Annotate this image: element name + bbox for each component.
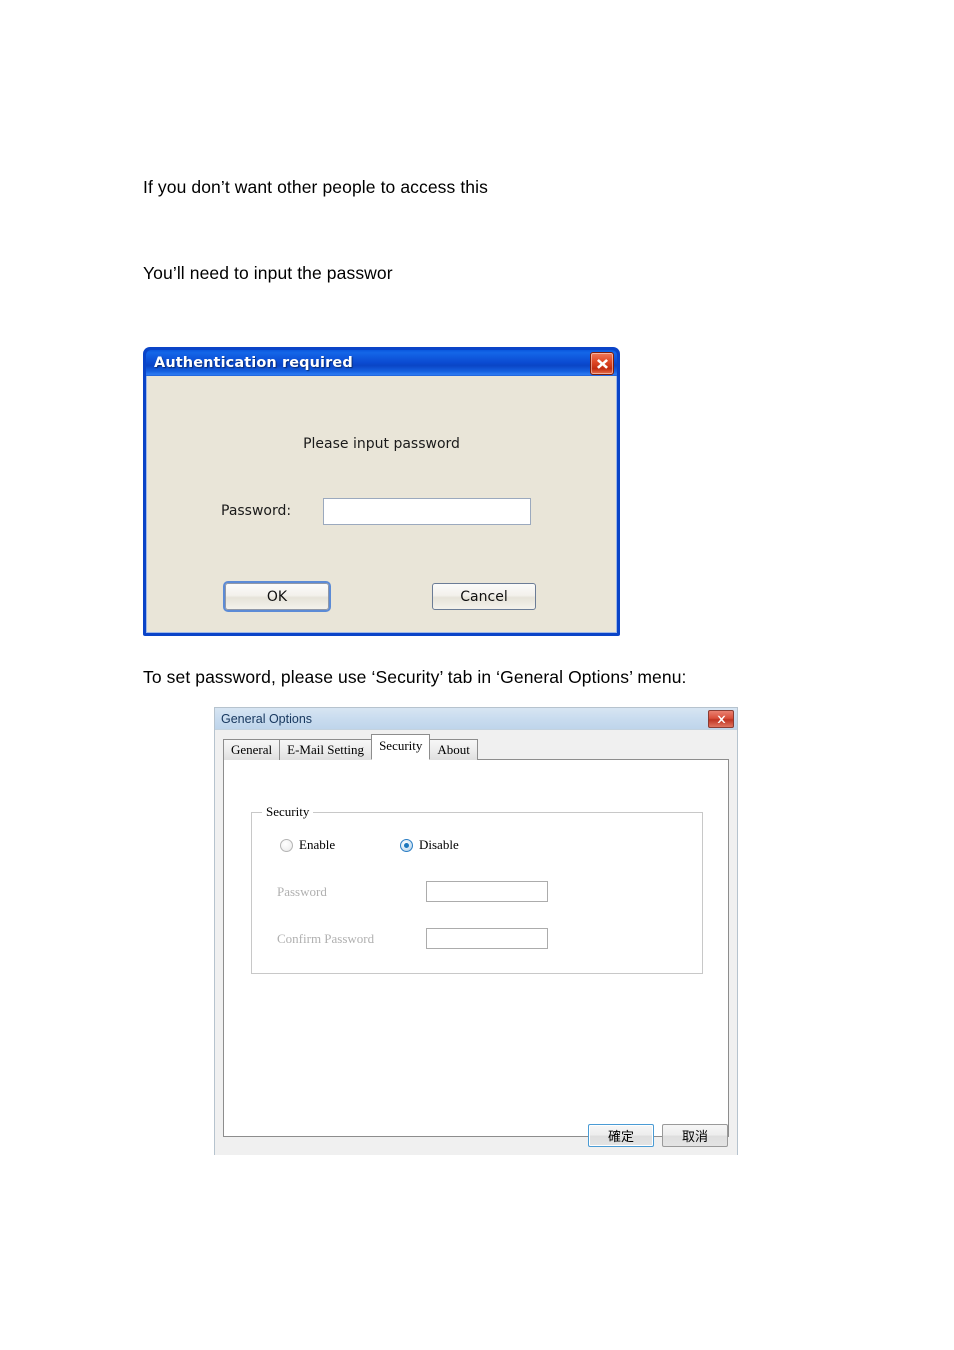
general-options-title: General Options <box>221 711 313 726</box>
password-prompt-label: Please input password <box>303 436 460 452</box>
password-input[interactable] <box>426 881 548 902</box>
tab-strip: General E-Mail Setting Security About <box>223 734 478 760</box>
radio-enable-label: Enable <box>299 837 336 852</box>
password-field-row: Password: <box>147 498 616 528</box>
tab-email-setting[interactable]: E-Mail Setting <box>279 739 373 760</box>
authentication-dialog: Authentication required Please input pas… <box>143 347 620 636</box>
security-group-legend: Security <box>262 804 314 820</box>
tab-security[interactable]: Security <box>371 734 431 760</box>
tab-panel-security: Security Enable Disable Password Confirm… <box>223 759 729 1137</box>
tab-general[interactable]: General <box>223 739 281 760</box>
confirm-password-field-row: Confirm Password <box>252 928 702 950</box>
authentication-dialog-title: Authentication required <box>154 355 353 371</box>
radio-disable-label: Disable <box>419 837 459 852</box>
confirm-password-input[interactable] <box>426 928 548 949</box>
radio-disable[interactable]: Disable <box>400 837 459 853</box>
password-label: Password <box>277 884 327 899</box>
authentication-dialog-body: Please input password Password: OK Cance… <box>146 376 617 633</box>
password-label: Password: <box>221 503 292 519</box>
cancel-button[interactable]: 取消 <box>662 1124 728 1147</box>
authentication-dialog-titlebar: Authentication required <box>146 350 617 376</box>
paragraph-input-password: You’ll need to input the passwor <box>143 263 393 283</box>
security-group-box: Security Enable Disable Password Confirm… <box>251 804 703 974</box>
confirm-password-label: Confirm Password <box>277 931 375 946</box>
close-icon[interactable] <box>590 352 614 375</box>
cancel-button[interactable]: Cancel <box>432 583 536 610</box>
close-icon[interactable] <box>708 710 734 728</box>
dialog-footer: 確定 取消 <box>588 1124 728 1147</box>
general-options-titlebar: General Options <box>215 708 737 730</box>
paragraph-access-warning: If you don’t want other people to access… <box>143 177 488 197</box>
radio-circle-selected-icon <box>400 838 413 852</box>
general-options-body: General E-Mail Setting Security About Se… <box>215 730 737 1155</box>
tab-about[interactable]: About <box>429 739 478 760</box>
confirm-button[interactable]: 確定 <box>588 1124 654 1147</box>
ok-button[interactable]: OK <box>225 583 329 610</box>
radio-enable[interactable]: Enable <box>280 837 335 853</box>
paragraph-set-password-instruction: To set password, please use ‘Security’ t… <box>143 667 687 687</box>
radio-circle-icon <box>280 838 293 852</box>
general-options-dialog: General Options General E-Mail Setting S… <box>214 707 738 1155</box>
security-mode-radio-group: Enable Disable <box>252 837 702 855</box>
password-field-row: Password <box>252 881 702 903</box>
password-input[interactable] <box>323 498 531 525</box>
